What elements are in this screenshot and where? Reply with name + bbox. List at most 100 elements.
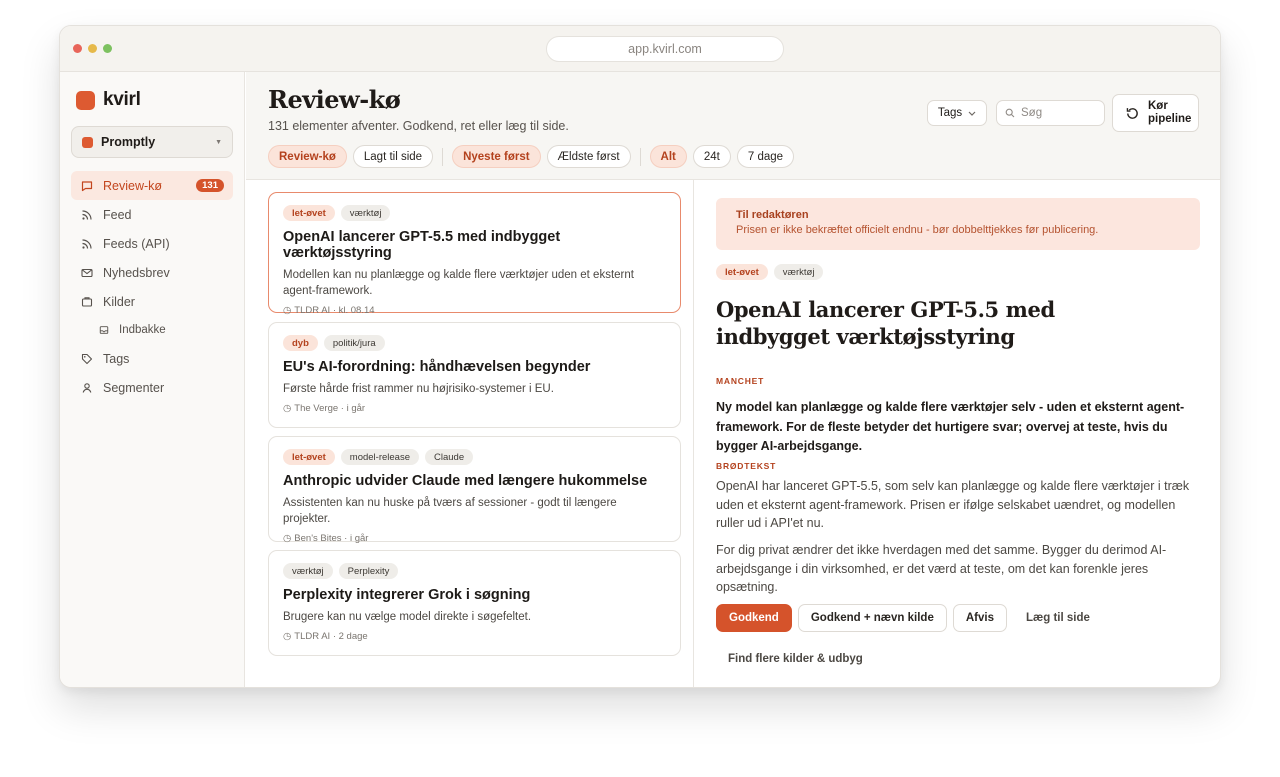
brand-name: kvirl	[103, 89, 141, 110]
page-subtitle: 131 elementer afventer. Godkend, ret ell…	[268, 119, 569, 133]
approve-with-source-button[interactable]: Godkend + nævn kilde	[797, 604, 947, 632]
clock-icon: ◷	[283, 403, 292, 414]
body-paragraph: OpenAI har lanceret GPT-5.5, som selv ka…	[716, 479, 1190, 530]
find-more-sources-link[interactable]: Find flere kilder & udbyg	[728, 653, 863, 665]
filter-set-aside[interactable]: Lagt til side	[352, 145, 434, 168]
card-title: Anthropic udvider Claude med længere huk…	[283, 473, 648, 489]
address-bar[interactable]: app.kvirl.com	[546, 36, 784, 62]
run-pipeline-button[interactable]: Kør pipeline	[1112, 94, 1199, 132]
rss-api-icon	[82, 238, 92, 249]
tag-chip[interactable]: let-øvet	[283, 449, 335, 465]
card-meta-text: The Verge · i går	[294, 403, 366, 414]
card-description: Første hårde frist rammer nu højrisiko-s…	[283, 383, 554, 395]
clock-icon: ◷	[283, 533, 292, 544]
clock-icon: ◷	[283, 631, 292, 642]
sidebar-item-label: Segmenter	[103, 380, 165, 395]
sidebar-item-segments[interactable]: Segmenter	[71, 373, 233, 402]
brand[interactable]: kvirl	[76, 89, 141, 111]
card-meta-text: TLDR AI · kl. 08.14	[294, 305, 375, 316]
minimize-window-dot[interactable]	[88, 44, 97, 53]
browser-titlebar: app.kvirl.com	[60, 26, 1220, 72]
body-paragraph: For dig privat ændrer det ikke hverdagen…	[716, 543, 1167, 594]
close-window-dot[interactable]	[73, 44, 82, 53]
tag-chip[interactable]: Perplexity	[338, 563, 399, 579]
tag-icon	[81, 353, 93, 364]
sort-oldest[interactable]: Ældste først	[546, 145, 631, 168]
time-all[interactable]: Alt	[649, 145, 687, 168]
review-list: let-øvet værktøj OpenAI lancerer GPT-5.5…	[246, 180, 694, 687]
body-label: BRØDTEKST	[716, 461, 777, 471]
filter-divider	[442, 147, 444, 166]
detail-title: OpenAI lancerer GPT-5.5 med indbygget væ…	[716, 297, 1055, 349]
inbox-icon	[81, 180, 93, 191]
sidebar-item-label: Feed	[103, 207, 132, 222]
sidebar-nav: Review-kø 131 Feed Feeds (API) Nyhedsbre…	[71, 171, 233, 402]
sidebar: kvirl Promptly ▼ Review-kø 131 Feed Feed…	[60, 72, 245, 687]
refresh-icon	[1126, 107, 1138, 119]
tags-dropdown[interactable]: Tags	[927, 100, 987, 126]
rss-icon	[82, 209, 92, 220]
sidebar-item-sources[interactable]: Kilder	[71, 287, 233, 316]
tag-chip[interactable]: let-øvet	[283, 205, 335, 221]
sidebar-item-inbox[interactable]: Indbakke	[71, 316, 233, 344]
manchet-label: MANCHET	[716, 376, 765, 386]
manchet-text: Ny model kan planlægge og kalde flere væ…	[716, 400, 1185, 453]
reject-button[interactable]: Afvis	[952, 604, 1007, 632]
card-description: Assistenten kan nu huske på tværs af ses…	[283, 497, 617, 525]
filter-bar: Review-kø Lagt til side Nyeste først Æld…	[268, 145, 795, 168]
workspace-name: Promptly	[101, 135, 156, 149]
sidebar-item-feed[interactable]: Feed	[71, 200, 233, 229]
main-panel: Review-kø 131 elementer afventer. Godken…	[246, 72, 1220, 687]
tag-chip[interactable]: værktøj	[340, 205, 391, 221]
search-icon	[1005, 108, 1015, 118]
tag-chip[interactable]: let-øvet	[716, 264, 768, 280]
run-pipeline-line-2: pipeline	[1148, 113, 1192, 125]
time-7-days[interactable]: 7 dage	[736, 145, 795, 168]
time-24h[interactable]: 24t	[692, 145, 731, 168]
review-card[interactable]: værktøj Perplexity Perplexity integrerer…	[268, 550, 681, 656]
tag-chip[interactable]: Claude	[425, 449, 474, 465]
review-card[interactable]: let-øvet model-release Claude Anthropic …	[268, 436, 681, 544]
review-actions: Godkend Godkend + nævn kilde Afvis Læg t…	[716, 604, 1103, 632]
card-tags: værktøj Perplexity	[283, 563, 666, 579]
run-pipeline-line-1: Kør	[1148, 100, 1168, 112]
filter-review-queue[interactable]: Review-kø	[268, 145, 347, 168]
maximize-window-dot[interactable]	[103, 44, 112, 53]
review-count-badge: 131	[196, 179, 224, 192]
tag-chip[interactable]: dyb	[283, 335, 318, 351]
editor-note-text: Prisen er ikke bekræftet officielt endnu…	[736, 224, 1099, 236]
editor-note: Til redaktøren Prisen er ikke bekræftet …	[716, 198, 1200, 250]
card-title: Perplexity integrerer Grok i søgning	[283, 587, 531, 603]
card-tags: let-øvet værktøj	[283, 205, 666, 221]
card-description: Modellen kan nu planlægge og kalde flere…	[283, 269, 634, 297]
tag-chip[interactable]: model-release	[340, 449, 419, 465]
sidebar-item-label: Kilder	[103, 294, 135, 309]
brand-logo-icon	[76, 90, 95, 110]
set-aside-button[interactable]: Læg til side	[1013, 604, 1103, 632]
folder-icon	[81, 296, 93, 307]
search-box[interactable]	[996, 100, 1105, 126]
tag-chip[interactable]: værktøj	[773, 264, 824, 280]
card-meta: ◷ TLDR AI · kl. 08.14	[283, 305, 666, 316]
filter-divider	[639, 147, 641, 166]
workspace-switcher[interactable]: Promptly ▼	[71, 126, 233, 158]
card-tags: dyb politik/jura	[283, 335, 666, 351]
sidebar-item-label: Nyhedsbrev	[103, 265, 170, 280]
card-meta-text: Ben's Bites · i går	[294, 533, 369, 544]
person-icon	[82, 382, 92, 393]
review-card[interactable]: dyb politik/jura EU's AI-forordning: hån…	[268, 322, 681, 428]
search-input[interactable]	[1021, 107, 1091, 119]
tag-chip[interactable]: politik/jura	[323, 335, 385, 351]
sidebar-item-feeds-api[interactable]: Feeds (API)	[71, 229, 233, 258]
sidebar-item-newsletter[interactable]: Nyhedsbrev	[71, 258, 233, 287]
sidebar-item-tags[interactable]: Tags	[71, 344, 233, 373]
sidebar-item-review-queue[interactable]: Review-kø 131	[71, 171, 233, 200]
editor-note-title: Til redaktøren	[736, 209, 809, 221]
approve-button[interactable]: Godkend	[716, 604, 792, 632]
review-card[interactable]: let-øvet værktøj OpenAI lancerer GPT-5.5…	[268, 192, 681, 316]
mail-icon	[81, 268, 93, 277]
sort-newest[interactable]: Nyeste først	[452, 145, 541, 168]
tag-chip[interactable]: værktøj	[283, 563, 333, 579]
window-controls	[73, 44, 112, 53]
card-meta: ◷ Ben's Bites · i går	[283, 533, 666, 544]
